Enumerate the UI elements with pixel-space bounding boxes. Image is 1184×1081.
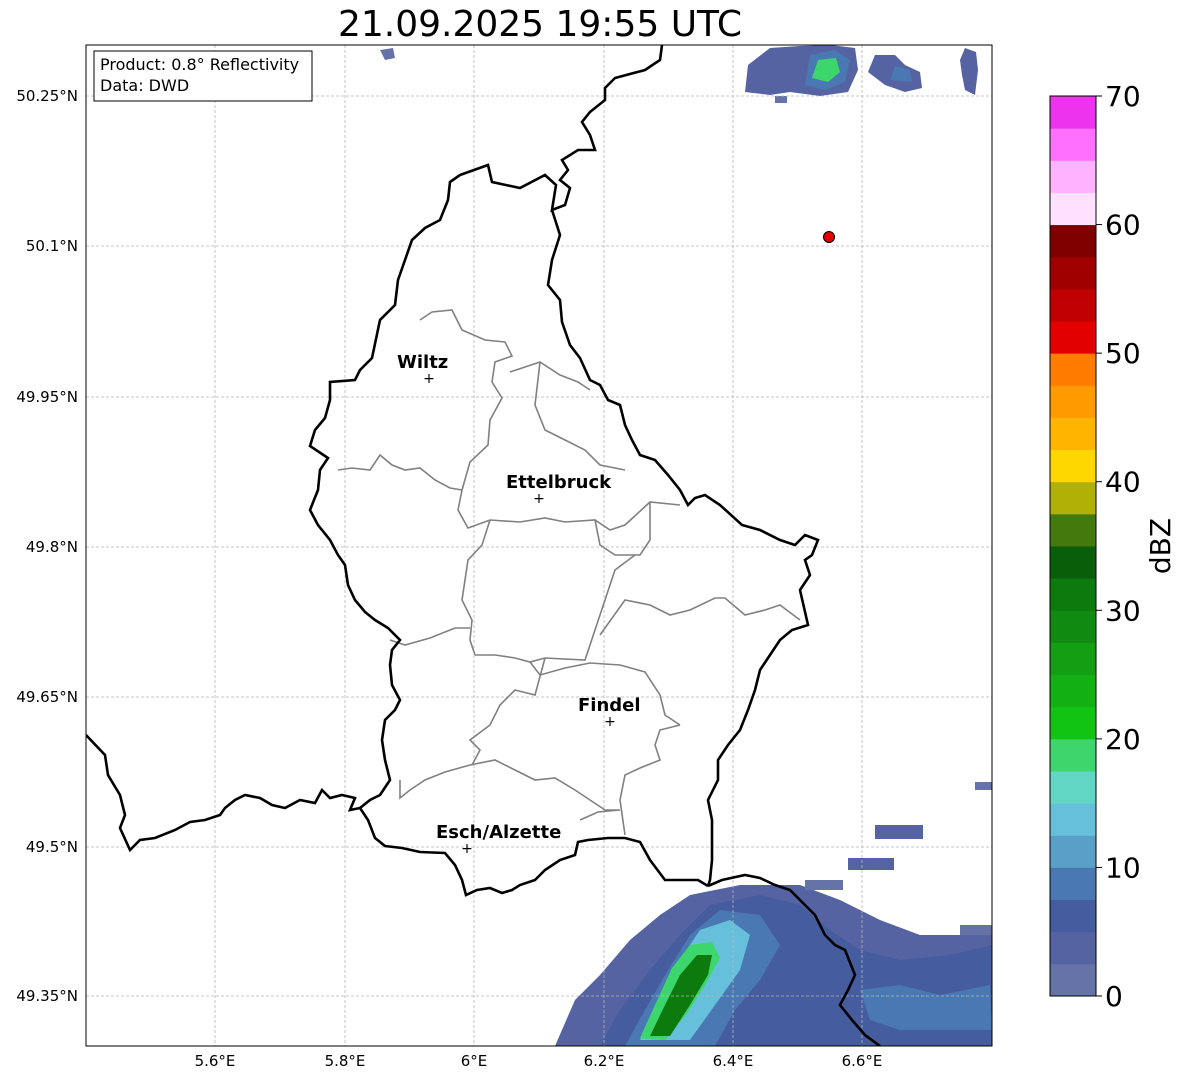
colorbar-segment [1050,546,1096,579]
colorbar-segment [1050,803,1096,836]
city-label-esch: Esch/Alzette [436,822,561,843]
echo-small-4 [805,880,843,890]
radar-map: Wiltz + Ettelbruck + Findel + Esch/Alzet… [16,44,1177,1070]
graticule [86,45,992,1046]
lon-tick-labels: 5.6°E 5.8°E 6°E 6.2°E 6.4°E 6.6°E [195,1052,883,1070]
lat-tick-labels: 50.25°N 50.1°N 49.95°N 49.8°N 49.65°N 49… [16,87,78,1005]
colorbar-segment [1050,738,1096,772]
colorbar-tick-label: 20 [1105,723,1141,756]
colorbar-tick-label: 0 [1105,980,1123,1013]
luxembourg-border [308,45,820,897]
colorbar-tick-label: 50 [1105,337,1141,370]
lat-tick: 49.8°N [26,538,78,556]
city-label-ettelbruck: Ettelbruck [506,472,612,493]
city-esch: Esch/Alzette + [436,822,561,857]
location-marker [823,231,835,243]
colorbar-segment [1050,449,1096,483]
lon-tick: 6.6°E [842,1052,883,1070]
lat-tick: 49.95°N [16,388,78,406]
colorbar-segment [1050,256,1096,290]
colorbar-tick-label: 40 [1105,466,1141,499]
lat-tick: 50.25°N [16,87,78,105]
colorbar-segment [1050,128,1096,161]
colorbar-segment [1050,321,1096,354]
city-label-findel: Findel [578,695,641,716]
colorbar-segment [1050,96,1096,129]
city-findel: Findel + [578,695,641,730]
echo-north-4 [380,48,395,60]
colorbar: 0 10 20 30 40 50 60 70 dBZ [1049,80,1177,1013]
colorbar-segment [1050,642,1096,676]
city-marker-findel: + [604,714,616,730]
colorbar-unit: dBZ [1144,518,1177,574]
colorbar-segment [1050,224,1096,258]
colorbar-segment [1050,353,1096,386]
colorbar-segment [1050,513,1096,547]
colorbar-ticks: 0 10 20 30 40 50 60 70 [1096,80,1141,1013]
colorbar-segment [1050,899,1096,933]
lat-tick: 50.1°N [26,237,78,255]
colorbar-segment [1050,963,1096,997]
colorbar-tick-label: 70 [1105,80,1141,113]
colorbar-segment [1050,610,1096,643]
lat-tick: 49.65°N [16,688,78,706]
info-data-source: Data: DWD [100,76,189,95]
city-wiltz: Wiltz + [397,352,448,387]
lat-tick: 49.5°N [26,838,78,856]
colorbar-segment [1050,481,1096,515]
echo-cyan-east [860,985,992,1030]
colorbar-segment [1050,706,1096,740]
city-label-wiltz: Wiltz [397,352,448,373]
colorbar-segment [1050,192,1096,226]
city-marker-wiltz: + [423,371,435,387]
colorbar-segment [1050,674,1096,708]
canton-boundaries [337,309,801,836]
echo-north-5 [775,96,787,103]
info-product: Product: 0.8° Reflectivity [100,55,299,74]
lon-tick: 6.4°E [713,1052,754,1070]
colorbar-segment [1050,578,1096,611]
echo-small-5 [960,925,992,935]
map-frame [85,44,993,1047]
colorbar-segment [1050,931,1096,965]
colorbar-tick-label: 30 [1105,594,1141,627]
radar-echoes [380,45,992,1046]
colorbar-segment [1050,417,1096,451]
colorbar-segment [1050,867,1096,901]
echo-small-3 [975,782,992,790]
info-box: Product: 0.8° Reflectivity Data: DWD [93,50,313,102]
colorbar-tick-label: 10 [1105,851,1141,884]
echo-north-3 [960,48,978,95]
colorbar-segments [1050,96,1096,997]
colorbar-segment [1050,288,1096,322]
france-border [86,734,361,853]
city-marker-esch: + [461,841,473,857]
lon-tick: 6°E [461,1052,488,1070]
lon-tick: 5.8°E [325,1052,366,1070]
lon-tick: 6.2°E [584,1052,625,1070]
colorbar-segment [1050,385,1096,418]
city-ettelbruck: Ettelbruck + [506,472,612,507]
lat-tick: 49.35°N [16,987,78,1005]
colorbar-segment [1050,771,1096,804]
lon-tick: 5.6°E [195,1052,236,1070]
colorbar-segment [1050,835,1096,868]
colorbar-tick-label: 60 [1105,209,1141,242]
city-marker-ettelbruck: + [533,491,545,507]
echo-small-2 [848,858,894,870]
echo-small-1 [875,825,923,839]
colorbar-segment [1050,160,1096,193]
